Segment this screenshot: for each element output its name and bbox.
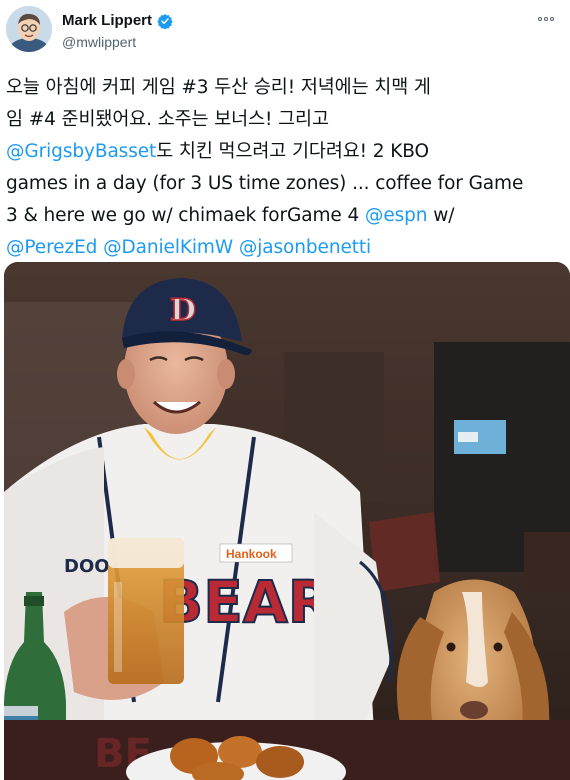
sponsor-patch-text: Hankook (226, 547, 277, 561)
tweet-line-text: 도 치킨 먹으려고 기다려요! 2 KBO (156, 141, 429, 162)
tweet-line: 3 & here we go w/ chimaek forGame 4 @esp… (6, 200, 564, 232)
more-options-icon[interactable] (538, 14, 556, 24)
author-handle[interactable]: @mwlippert (62, 34, 136, 50)
jersey-partial-text: DOO (64, 556, 110, 577)
tweet-line: games in a day (for 3 US time zones) ...… (6, 173, 524, 194)
chicken-piece (256, 746, 304, 778)
tweet-header: Mark Lippert @mwlippert (0, 0, 570, 66)
cap-logo: D (170, 293, 196, 328)
tweet-line-text: w/ (427, 205, 455, 226)
author-display-name[interactable]: Mark Lippert (62, 12, 152, 29)
mention-link-grigsbybasset[interactable]: @GrigsbyBasset (6, 141, 156, 162)
tweet-line: @PerezEd @DanielKimW @jasonbenetti (6, 232, 564, 264)
mention-link-jasonbenetti[interactable]: @jasonbenetti (239, 237, 371, 258)
dog-nose (460, 701, 488, 719)
tweet-line: 임 #4 준비됐어요. 소주는 보너스! 그리고 (6, 109, 329, 130)
verified-badge-icon (157, 13, 173, 29)
avatar-illustration (6, 6, 52, 52)
tweet-line-text: 3 & here we go w/ chimaek forGame 4 (6, 205, 365, 226)
mention-link-perezed[interactable]: @PerezEd (6, 237, 97, 258)
photo-scene: BEARS DOO Hankook 두산 D (4, 262, 570, 780)
chair (369, 512, 440, 592)
mention-link-espn[interactable]: @espn (365, 205, 428, 226)
tweet-text: 오늘 아침에 커피 게임 #3 두산 승리! 저녁에는 치맥 게 임 #4 준비… (6, 72, 564, 264)
mention-link-danielkimw[interactable]: @DanielKimW (103, 237, 233, 258)
tweet-line: 오늘 아침에 커피 게임 #3 두산 승리! 저녁에는 치맥 게 (6, 77, 431, 98)
author-avatar[interactable] (6, 6, 52, 52)
tweet-photo[interactable]: BEARS DOO Hankook 두산 D (4, 262, 570, 780)
tweet-line: @GrigsbyBasset도 치킨 먹으려고 기다려요! 2 KBO (6, 136, 564, 168)
